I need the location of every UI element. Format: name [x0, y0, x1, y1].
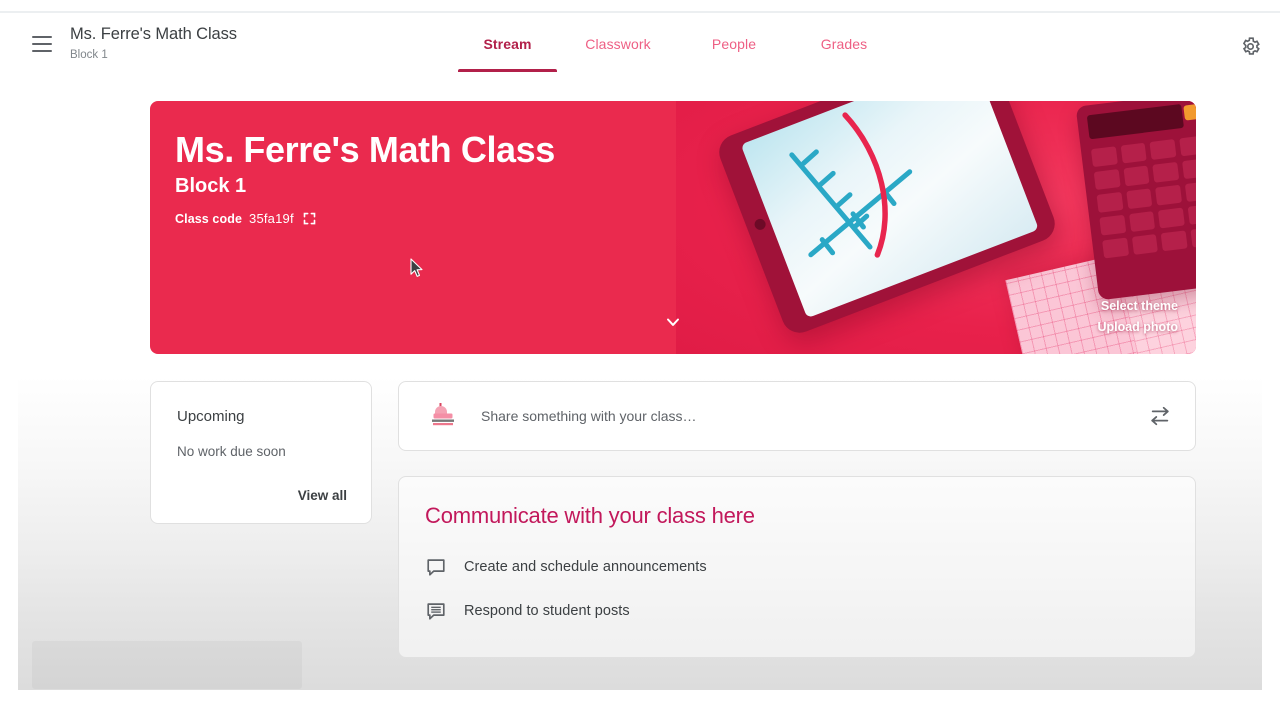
communicate-row-1-label: Create and schedule announcements — [464, 559, 707, 575]
hamburger-line — [32, 36, 52, 38]
app-header: Ms. Ferre's Math Class Block 1 Stream Cl… — [0, 14, 1280, 76]
calculator-display — [1086, 103, 1184, 140]
hamburger-line — [32, 50, 52, 52]
hamburger-menu-icon[interactable] — [28, 30, 56, 58]
upcoming-card: Upcoming No work due soon View all — [150, 381, 372, 524]
communicate-row-2-label: Respond to student posts — [464, 603, 630, 619]
content-scroll-region[interactable]: Ms. Ferre's Math Class Block 1 Class cod… — [18, 76, 1262, 690]
top-divider — [0, 11, 1280, 13]
header-title-block: Ms. Ferre's Math Class Block 1 — [70, 24, 237, 63]
chevron-down-icon[interactable] — [659, 308, 687, 336]
upcoming-empty-text: No work due soon — [177, 444, 286, 459]
class-code-value: 35fa19f — [249, 211, 294, 226]
loading-placeholder-block — [32, 641, 302, 689]
announcement-bubble-icon — [425, 556, 447, 578]
communicate-row-announcements: Create and schedule announcements — [425, 556, 707, 578]
tab-grades[interactable]: Grades — [789, 14, 899, 76]
upcoming-title: Upcoming — [177, 408, 245, 425]
class-code-row: Class code 35fa19f — [175, 211, 317, 226]
tab-stream-label: Stream — [483, 36, 532, 52]
hero-class-section: Block 1 — [175, 175, 247, 197]
tab-classwork[interactable]: Classwork — [557, 14, 679, 76]
page-subtitle: Block 1 — [70, 49, 108, 61]
communicate-row-respond: Respond to student posts — [425, 600, 630, 622]
tab-people-label: People — [711, 36, 757, 52]
calculator-accent-key — [1183, 103, 1196, 121]
expand-fullscreen-icon[interactable] — [302, 211, 317, 226]
comment-list-bubble-icon — [425, 600, 447, 622]
communicate-card: Communicate with your class here Create … — [398, 476, 1196, 658]
class-code-label: Class code — [175, 211, 243, 226]
hero-class-title: Ms. Ferre's Math Class — [175, 129, 555, 170]
classroom-page: Ms. Ferre's Math Class Block 1 Stream Cl… — [0, 0, 1280, 720]
share-post-card[interactable]: Share something with your class… — [398, 381, 1196, 451]
upload-photo-button[interactable]: Upload photo — [1097, 317, 1178, 338]
hero-theme-links: Select theme Upload photo — [1097, 296, 1178, 338]
tab-grades-label: Grades — [820, 36, 868, 52]
tablet-home-button — [753, 217, 768, 232]
select-theme-button[interactable]: Select theme — [1097, 296, 1178, 317]
gear-icon[interactable] — [1234, 30, 1266, 62]
page-title: Ms. Ferre's Math Class — [70, 25, 237, 43]
hamburger-line — [32, 43, 52, 45]
share-input-placeholder[interactable]: Share something with your class… — [481, 408, 697, 424]
class-hero-banner: Ms. Ferre's Math Class Block 1 Class cod… — [150, 101, 1196, 354]
avatar-logo-icon — [426, 400, 460, 434]
tab-people[interactable]: People — [679, 14, 789, 76]
avatar — [425, 399, 461, 435]
tab-classwork-label: Classwork — [585, 36, 651, 52]
view-all-button[interactable]: View all — [292, 484, 353, 507]
nav-tabs: Stream Classwork People Grades — [458, 14, 899, 76]
calculator-keys — [1090, 135, 1196, 259]
communicate-title: Communicate with your class here — [425, 503, 755, 528]
tab-stream[interactable]: Stream — [458, 14, 557, 76]
reuse-post-icon[interactable] — [1145, 401, 1175, 431]
